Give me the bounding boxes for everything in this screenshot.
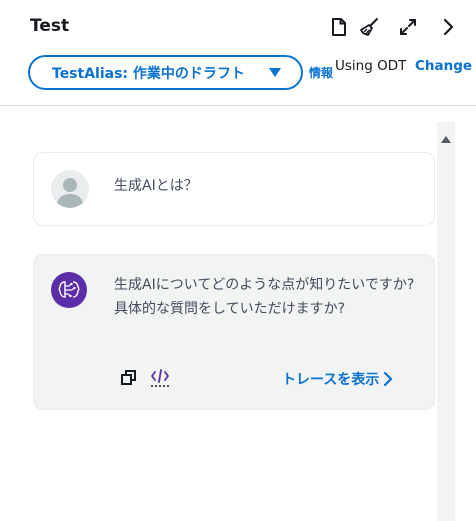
info-link[interactable]: 情報	[309, 64, 333, 81]
odt-change-link[interactable]: Change	[415, 58, 472, 74]
panel-title: Test	[30, 16, 70, 36]
bot-avatar-icon	[51, 272, 87, 308]
odt-status-text: Using ODT	[335, 58, 407, 74]
document-icon[interactable]	[328, 16, 350, 38]
copy-icon[interactable]	[120, 369, 138, 387]
chat-scrollbar[interactable]	[437, 122, 455, 521]
scroll-up-arrow-icon[interactable]	[441, 136, 451, 143]
bot-message: 生成AIについてどのような点が知りたいですか? 具体的な質問をしていただけますか…	[33, 254, 435, 410]
chevron-right-icon	[384, 371, 393, 387]
user-avatar-icon	[51, 170, 89, 208]
user-message: 生成AIとは？	[33, 152, 435, 226]
code-snippet-icon[interactable]	[150, 368, 170, 388]
alias-selector-label: TestAlias: 作業中のドラフト	[52, 65, 245, 82]
show-trace-link[interactable]: トレースを表示	[282, 369, 393, 389]
test-panel-header: Test TestAlias: 作業中のドラフト 情報 Using ODT Ch…	[0, 0, 476, 106]
chevron-right-icon[interactable]	[437, 16, 459, 38]
caret-down-icon	[269, 68, 281, 77]
user-message-text: 生成AIとは？	[114, 178, 198, 194]
expand-icon[interactable]	[397, 16, 419, 38]
alias-selector[interactable]: TestAlias: 作業中のドラフト	[28, 55, 303, 90]
show-trace-label: トレースを表示	[282, 372, 380, 388]
broom-icon[interactable]	[358, 16, 380, 38]
bot-message-text: 生成AIについてどのような点が知りたいですか? 具体的な質問をしていただけますか…	[114, 277, 415, 317]
